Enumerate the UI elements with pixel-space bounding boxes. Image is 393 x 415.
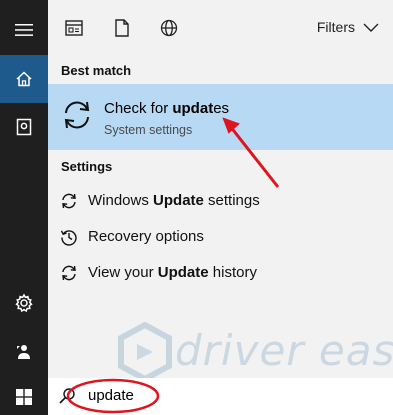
home-icon (16, 71, 32, 87)
result-label-bold: Update (157, 264, 209, 281)
filters-dropdown[interactable]: Filters (317, 19, 379, 35)
settings-header: Settings (61, 159, 113, 174)
hamburger-icon (15, 24, 33, 36)
best-match-title-bold: updat (172, 100, 214, 117)
result-view-update-history[interactable]: View your Update history (48, 255, 393, 291)
result-label: Windows Update settings (88, 192, 260, 209)
search-input[interactable]: update (88, 387, 134, 404)
result-label-pre: View your (88, 264, 158, 281)
result-label-bold: Update (153, 192, 204, 209)
result-label-post: history (208, 264, 257, 281)
sync-icon (62, 193, 76, 209)
notebook-button[interactable] (0, 103, 48, 151)
result-label: Recovery options (88, 228, 204, 245)
document-icon (115, 19, 129, 37)
cortana-notebook-icon (16, 118, 32, 136)
web-filter-button[interactable] (155, 14, 183, 42)
start-rail (0, 0, 48, 415)
settings-button[interactable] (0, 279, 48, 327)
result-windows-update-settings[interactable]: Windows Update settings (48, 183, 393, 219)
result-label-pre: Recovery options (88, 228, 204, 245)
result-label-post: settings (203, 192, 260, 209)
filters-label: Filters (316, 19, 355, 35)
sync-icon (64, 101, 90, 129)
best-match-result[interactable]: Check for updates System settings (48, 84, 393, 150)
result-recovery-options[interactable]: Recovery options (48, 219, 393, 255)
search-box[interactable]: update (48, 378, 393, 415)
result-label-pre: Windows (88, 192, 154, 209)
feedback-icon (17, 345, 30, 359)
search-icon (59, 388, 75, 404)
best-match-subtitle: System settings (104, 123, 193, 137)
gear-icon (15, 293, 33, 313)
best-match-title-plain: Check for (104, 100, 173, 117)
history-icon (60, 230, 77, 246)
filter-toolbar: Filters (48, 0, 393, 57)
windows-logo-icon (16, 388, 32, 405)
start-button[interactable] (0, 378, 48, 415)
result-label: View your Update history (88, 264, 257, 281)
apps-icon (65, 20, 83, 36)
hamburger-button[interactable] (0, 6, 48, 54)
chevron-down-icon (363, 23, 379, 32)
best-match-title: Check for updates (104, 100, 229, 117)
home-button[interactable] (0, 55, 48, 103)
search-results-panel: Filters Best match Check for updates Sys… (48, 0, 393, 415)
best-match-title-end: es (213, 100, 230, 117)
documents-filter-button[interactable] (108, 14, 136, 42)
best-match-header: Best match (61, 63, 132, 78)
feedback-button[interactable] (0, 328, 48, 376)
apps-filter-button[interactable] (60, 14, 88, 42)
globe-icon (160, 19, 178, 37)
sync-icon (62, 265, 76, 281)
